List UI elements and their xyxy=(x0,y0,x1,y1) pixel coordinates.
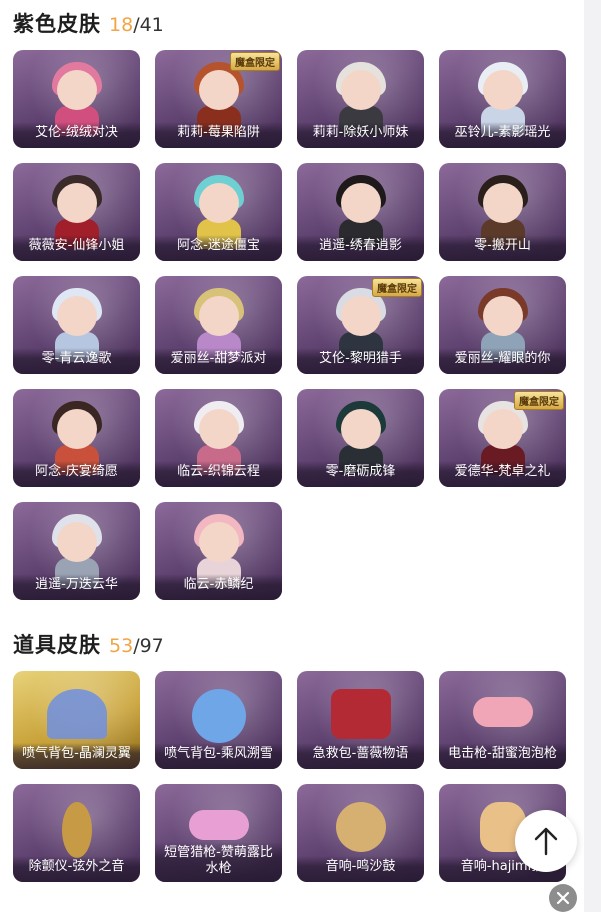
skin-name: 爱丽丝-甜梦派对 xyxy=(155,348,282,374)
gun-icon xyxy=(472,697,533,727)
skin-name: 莉莉-莓果陷阱 xyxy=(155,122,282,148)
character-face xyxy=(56,296,97,336)
limited-badge: 魔盒限定 xyxy=(230,52,280,71)
item-card[interactable]: 急救包-蔷薇物语 xyxy=(297,671,424,769)
character-face xyxy=(198,296,239,336)
skin-name: 阿念-庆宴绮愿 xyxy=(13,461,140,487)
character-face xyxy=(198,522,239,562)
arrow-up-icon xyxy=(534,827,558,856)
character-face xyxy=(198,183,239,223)
item-card[interactable]: 喷气背包-乘风溯雪 xyxy=(155,671,282,769)
character-face xyxy=(482,296,523,336)
skin-name: 爱丽丝-耀眼的你 xyxy=(439,348,566,374)
skin-card[interactable]: 薇薇安-仙锋小姐 xyxy=(13,163,140,261)
character-face xyxy=(482,409,523,449)
total-count: 41 xyxy=(139,14,164,36)
skin-name: 零-青云逸歌 xyxy=(13,348,140,374)
skin-card[interactable]: 巫铃儿-素影瑶光 xyxy=(439,50,566,148)
skin-name: 阿念-迷途僵宝 xyxy=(155,235,282,261)
item-skin-name: 电击枪-甜蜜泡泡枪 xyxy=(439,743,566,769)
skin-card[interactable]: 零-磨砺成锋 xyxy=(297,389,424,487)
skin-card[interactable]: 逍遥-万迭云华 xyxy=(13,502,140,600)
item-card[interactable]: 短管猎枪-赞萌露比水枪 xyxy=(155,784,282,882)
close-button[interactable] xyxy=(549,884,577,912)
item-skin-name: 短管猎枪-赞萌露比水枪 xyxy=(155,842,282,882)
skin-card[interactable]: 魔盒限定艾伦-黎明猎手 xyxy=(297,276,424,374)
gun-icon xyxy=(188,810,249,840)
skin-card[interactable]: 魔盒限定莉莉-莓果陷阱 xyxy=(155,50,282,148)
skin-name: 逍遥-万迭云华 xyxy=(13,574,140,600)
character-face xyxy=(56,409,97,449)
item-skins-header: 道具皮肤 53 / 97 xyxy=(13,629,164,659)
skin-name: 零-搬开山 xyxy=(439,235,566,261)
character-face xyxy=(198,70,239,110)
skin-name: 爱德华-梵卓之礼 xyxy=(439,461,566,487)
skin-card[interactable]: 阿念-迷途僵宝 xyxy=(155,163,282,261)
item-skins-grid: 喷气背包-晶澜灵翼 喷气背包-乘风溯雪 急救包-蔷薇物语 电击枪-甜蜜泡泡枪除颤仪-弦… xyxy=(13,671,566,882)
item-skin-name: 除颤仪-弦外之音 xyxy=(13,856,140,882)
item-card[interactable]: 喷气背包-晶澜灵翼 xyxy=(13,671,140,769)
owned-count: 18 xyxy=(109,14,134,36)
character-face xyxy=(198,409,239,449)
skin-collection-page: 紫色皮肤 18 / 41 艾伦-绒绒对决 魔盒限定 莉莉-莓果陷阱 莉莉-除妖小师妹巫… xyxy=(0,0,584,912)
pack-icon xyxy=(191,689,246,743)
skin-name: 莉莉-除妖小师妹 xyxy=(297,122,424,148)
skin-name: 逍遥-绣春逍影 xyxy=(297,235,424,261)
close-icon xyxy=(556,891,570,905)
kit-icon xyxy=(330,689,391,739)
item-card[interactable]: 除颤仪-弦外之音 xyxy=(13,784,140,882)
character-face xyxy=(482,183,523,223)
skin-name: 零-磨砺成锋 xyxy=(297,461,424,487)
skin-name: 巫铃儿-素影瑶光 xyxy=(439,122,566,148)
limited-badge: 魔盒限定 xyxy=(514,391,564,410)
skin-card[interactable]: 莉莉-除妖小师妹 xyxy=(297,50,424,148)
item-skin-name: 喷气背包-晶澜灵翼 xyxy=(13,743,140,769)
section-title: 道具皮肤 xyxy=(13,633,101,657)
skin-card[interactable]: 临云-赤鳞纪 xyxy=(155,502,282,600)
skin-card[interactable]: 阿念-庆宴绮愿 xyxy=(13,389,140,487)
character-face xyxy=(340,183,381,223)
character-face xyxy=(56,70,97,110)
skin-card[interactable]: 逍遥-绣春逍影 xyxy=(297,163,424,261)
character-face xyxy=(482,70,523,110)
skin-card[interactable]: 爱丽丝-甜梦派对 xyxy=(155,276,282,374)
purple-skins-header: 紫色皮肤 18 / 41 xyxy=(13,8,164,38)
limited-badge: 魔盒限定 xyxy=(372,278,422,297)
back-to-top-button[interactable] xyxy=(515,810,577,872)
section-title: 紫色皮肤 xyxy=(13,12,101,36)
skin-name: 临云-赤鳞纪 xyxy=(155,574,282,600)
scrollbar[interactable] xyxy=(584,0,601,912)
skin-card[interactable]: 艾伦-绒绒对决 xyxy=(13,50,140,148)
character-face xyxy=(340,70,381,110)
skin-card[interactable]: 临云-织锦云程 xyxy=(155,389,282,487)
character-face xyxy=(56,522,97,562)
skin-card[interactable]: 魔盒限定爱德华-梵卓之礼 xyxy=(439,389,566,487)
skin-name: 薇薇安-仙锋小姐 xyxy=(13,235,140,261)
purple-skins-grid: 艾伦-绒绒对决 魔盒限定 莉莉-莓果陷阱 莉莉-除妖小师妹 巫铃儿-素影瑶光 薇薇安-仙锋… xyxy=(13,50,566,600)
item-skin-name: 急救包-蔷薇物语 xyxy=(297,743,424,769)
item-card[interactable]: 音响-鸣沙鼓 xyxy=(297,784,424,882)
lute-icon xyxy=(61,802,92,858)
drum-icon xyxy=(335,802,386,852)
skin-card[interactable]: 零-搬开山 xyxy=(439,163,566,261)
skin-card[interactable]: 爱丽丝-耀眼的你 xyxy=(439,276,566,374)
owned-count: 53 xyxy=(109,635,134,657)
item-card[interactable]: 电击枪-甜蜜泡泡枪 xyxy=(439,671,566,769)
character-face xyxy=(340,296,381,336)
skin-card[interactable]: 零-青云逸歌 xyxy=(13,276,140,374)
item-skin-name: 喷气背包-乘风溯雪 xyxy=(155,743,282,769)
skin-name: 艾伦-黎明猎手 xyxy=(297,348,424,374)
total-count: 97 xyxy=(139,635,164,657)
character-face xyxy=(340,409,381,449)
skin-name: 艾伦-绒绒对决 xyxy=(13,122,140,148)
item-skin-name: 音响-鸣沙鼓 xyxy=(297,856,424,882)
skin-name: 临云-织锦云程 xyxy=(155,461,282,487)
wings-icon xyxy=(46,689,107,739)
character-face xyxy=(56,183,97,223)
